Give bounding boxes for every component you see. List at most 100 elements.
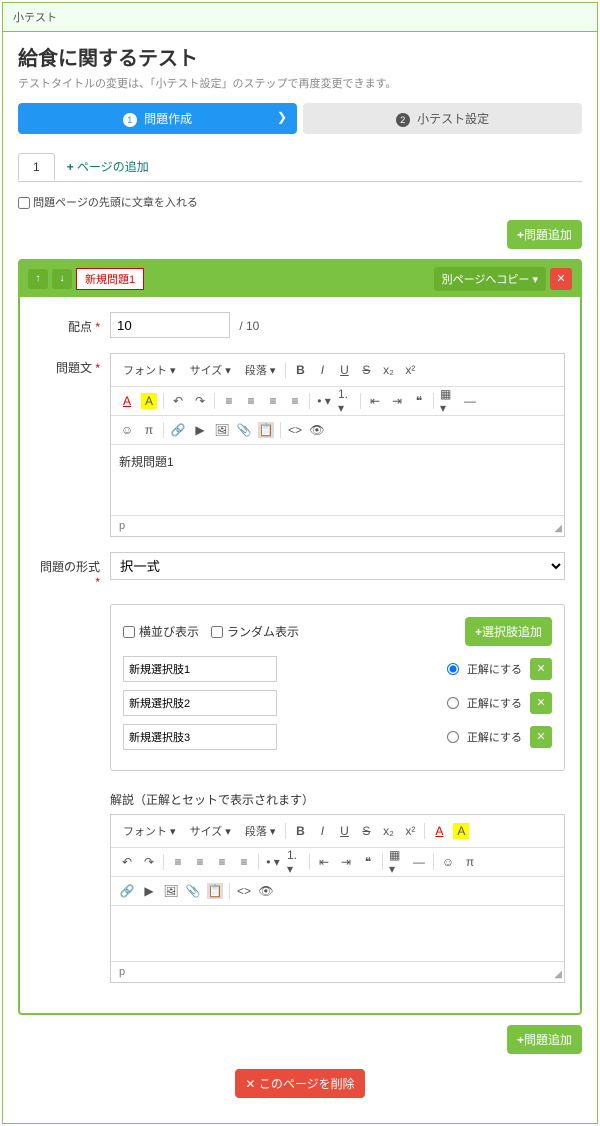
question-name[interactable]: 新規問題1 xyxy=(76,268,144,290)
pi-icon[interactable]: π xyxy=(462,854,478,870)
pi-icon[interactable]: π xyxy=(141,422,157,438)
horizontal-checkbox[interactable] xyxy=(123,626,135,638)
hr-icon[interactable]: — xyxy=(462,393,478,409)
file-icon[interactable]: 📎 xyxy=(236,422,252,438)
correct-radio[interactable] xyxy=(447,663,459,675)
table-icon[interactable]: ▦ ▾ xyxy=(389,854,405,870)
move-down-button[interactable]: ↓ xyxy=(52,269,72,289)
source-icon[interactable]: <> xyxy=(287,422,303,438)
move-up-button[interactable]: ↑ xyxy=(28,269,48,289)
italic-icon[interactable]: I xyxy=(314,362,330,378)
image-icon[interactable]: 🖼 xyxy=(163,883,179,899)
sup-icon[interactable]: x² xyxy=(402,362,418,378)
header-text-checkbox[interactable] xyxy=(18,197,30,209)
bold-icon[interactable]: B xyxy=(292,362,308,378)
delete-question-button[interactable]: ✕ xyxy=(550,268,572,290)
quote-icon[interactable]: ❝ xyxy=(411,393,427,409)
delete-page-button[interactable]: ✕ このページを削除 xyxy=(235,1069,364,1098)
add-question-button[interactable]: +問題追加 xyxy=(507,220,582,249)
video-icon[interactable]: ▶ xyxy=(141,883,157,899)
font-select[interactable]: フォント ▾ xyxy=(119,821,180,841)
align-center-icon[interactable]: ≡ xyxy=(192,854,208,870)
ol-icon[interactable]: 1. ▾ xyxy=(338,393,354,409)
size-select[interactable]: サイズ ▾ xyxy=(186,360,235,380)
align-left-icon[interactable]: ≡ xyxy=(221,393,237,409)
outdent-icon[interactable]: ⇤ xyxy=(367,393,383,409)
fontcolor-icon[interactable]: A xyxy=(119,393,135,409)
link-icon[interactable]: 🔗 xyxy=(119,883,135,899)
indent-icon[interactable]: ⇥ xyxy=(338,854,354,870)
delete-choice-button[interactable]: ✕ xyxy=(530,692,552,714)
strike-icon[interactable]: S xyxy=(358,823,374,839)
sub-icon[interactable]: x₂ xyxy=(380,362,396,378)
italic-icon[interactable]: I xyxy=(314,823,330,839)
sup-icon[interactable]: x² xyxy=(402,823,418,839)
table-icon[interactable]: ▦ ▾ xyxy=(440,393,456,409)
copy-to-page-button[interactable]: 別ページへコピー ▾ xyxy=(434,267,546,291)
fontcolor-icon[interactable]: A xyxy=(431,823,447,839)
align-justify-icon[interactable]: ≡ xyxy=(236,854,252,870)
align-left-icon[interactable]: ≡ xyxy=(170,854,186,870)
undo-icon[interactable]: ↶ xyxy=(170,393,186,409)
redo-icon[interactable]: ↷ xyxy=(141,854,157,870)
ul-icon[interactable]: • ▾ xyxy=(265,854,281,870)
choice-input[interactable] xyxy=(123,656,277,682)
strike-icon[interactable]: S xyxy=(358,362,374,378)
paste-icon[interactable]: 📋 xyxy=(207,883,223,899)
delete-choice-button[interactable]: ✕ xyxy=(530,726,552,748)
correct-radio[interactable] xyxy=(447,697,459,709)
video-icon[interactable]: ▶ xyxy=(192,422,208,438)
choice-input[interactable] xyxy=(123,690,277,716)
undo-icon[interactable]: ↶ xyxy=(119,854,135,870)
align-justify-icon[interactable]: ≡ xyxy=(287,393,303,409)
paste-icon[interactable]: 📋 xyxy=(258,422,274,438)
resize-handle-icon[interactable]: ◢ xyxy=(554,969,562,980)
format-select[interactable]: 択一式 xyxy=(110,552,565,580)
para-select[interactable]: 段落 ▾ xyxy=(241,821,280,841)
choice-input[interactable] xyxy=(123,724,277,750)
tab-page-1[interactable]: 1 xyxy=(18,153,55,180)
delete-choice-button[interactable]: ✕ xyxy=(530,658,552,680)
quote-icon[interactable]: ❝ xyxy=(360,854,376,870)
emoji-icon[interactable]: ☺ xyxy=(440,854,456,870)
align-right-icon[interactable]: ≡ xyxy=(265,393,281,409)
link-icon[interactable]: 🔗 xyxy=(170,422,186,438)
image-icon[interactable]: 🖼 xyxy=(214,422,230,438)
question-text-input[interactable]: 新規問題1 xyxy=(111,445,564,515)
step-create-questions[interactable]: 1 問題作成 ❯ xyxy=(18,103,297,134)
explanation-input[interactable] xyxy=(111,906,564,961)
sub-icon[interactable]: x₂ xyxy=(380,823,396,839)
align-center-icon[interactable]: ≡ xyxy=(243,393,259,409)
choice-row: 正解にする ✕ xyxy=(123,690,552,716)
file-icon[interactable]: 📎 xyxy=(185,883,201,899)
step-quiz-settings[interactable]: 2 小テスト設定 xyxy=(303,103,582,134)
para-select[interactable]: 段落 ▾ xyxy=(241,360,280,380)
size-select[interactable]: サイズ ▾ xyxy=(186,821,235,841)
emoji-icon[interactable]: ☺ xyxy=(119,422,135,438)
ol-icon[interactable]: 1. ▾ xyxy=(287,854,303,870)
correct-radio[interactable] xyxy=(447,731,459,743)
preview-icon[interactable]: 👁 xyxy=(258,883,274,899)
page-title: 給食に関するテスト xyxy=(18,42,582,71)
add-page-button[interactable]: + ページの追加 xyxy=(55,152,161,181)
source-icon[interactable]: <> xyxy=(236,883,252,899)
underline-icon[interactable]: U xyxy=(336,362,352,378)
add-question-button[interactable]: +問題追加 xyxy=(507,1025,582,1054)
preview-icon[interactable]: 👁 xyxy=(309,422,325,438)
outdent-icon[interactable]: ⇤ xyxy=(316,854,332,870)
resize-handle-icon[interactable]: ◢ xyxy=(554,523,562,534)
indent-icon[interactable]: ⇥ xyxy=(389,393,405,409)
hr-icon[interactable]: — xyxy=(411,854,427,870)
header-text-label: 問題ページの先頭に文章を入れる xyxy=(33,197,198,209)
add-choice-button[interactable]: +選択肢追加 xyxy=(465,617,552,646)
align-right-icon[interactable]: ≡ xyxy=(214,854,230,870)
redo-icon[interactable]: ↷ xyxy=(192,393,208,409)
bold-icon[interactable]: B xyxy=(292,823,308,839)
bgcolor-icon[interactable]: A xyxy=(453,823,469,839)
random-checkbox[interactable] xyxy=(211,626,223,638)
underline-icon[interactable]: U xyxy=(336,823,352,839)
font-select[interactable]: フォント ▾ xyxy=(119,360,180,380)
score-input[interactable] xyxy=(110,312,230,338)
bgcolor-icon[interactable]: A xyxy=(141,393,157,409)
ul-icon[interactable]: • ▾ xyxy=(316,393,332,409)
